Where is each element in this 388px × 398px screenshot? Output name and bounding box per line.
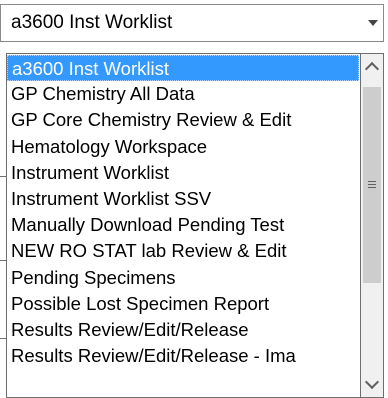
list-item[interactable]: a3600 Inst Worklist [7, 55, 359, 82]
chevron-up-icon [364, 61, 380, 77]
scrollbar-thumb[interactable] [363, 87, 381, 283]
dropdown-toggle-button[interactable] [361, 5, 383, 41]
list-item[interactable]: Pending Specimens [7, 265, 359, 291]
list-item[interactable]: NEW RO STAT lab Review & Edit [7, 238, 359, 264]
list-item[interactable]: GP Chemistry All Data [7, 81, 359, 107]
list-item[interactable]: GP Core Chemistry Review & Edit [7, 107, 359, 133]
chevron-down-icon [364, 374, 380, 390]
dropdown-items: a3600 Inst Worklist GP Chemistry All Data… [7, 55, 359, 369]
scroll-up-button[interactable] [361, 54, 383, 78]
worklist-dropdown-list[interactable]: a3600 Inst Worklist GP Chemistry All Data… [6, 53, 360, 398]
worklist-selector: a3600 Inst Worklist a3600 Inst Worklist G… [0, 0, 388, 398]
scroll-down-button[interactable] [361, 373, 383, 397]
list-item[interactable]: Manually Download Pending Test [7, 212, 359, 238]
list-item[interactable]: Hematology Workspace [7, 134, 359, 160]
triangle-down-icon [368, 20, 378, 26]
list-item[interactable]: Results Review/Edit/Release - Ima [7, 343, 359, 369]
list-item[interactable]: Instrument Worklist SSV [7, 186, 359, 212]
list-item[interactable]: Results Review/Edit/Release [7, 317, 359, 343]
list-item[interactable]: Possible Lost Specimen Report [7, 291, 359, 317]
worklist-combobox[interactable]: a3600 Inst Worklist [0, 4, 384, 42]
dropdown-scrollbar[interactable] [360, 53, 384, 398]
list-item[interactable]: Instrument Worklist [7, 160, 359, 186]
combobox-selected-value: a3600 Inst Worklist [11, 12, 173, 33]
